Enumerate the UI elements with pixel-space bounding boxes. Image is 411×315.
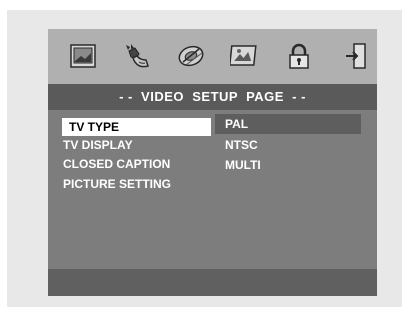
audio-setup-icon[interactable] xyxy=(123,41,151,71)
option-ntsc[interactable]: NTSC xyxy=(215,135,258,155)
page-title: - - VIDEO SETUP PAGE - - xyxy=(48,84,377,110)
option-multi[interactable]: MULTI xyxy=(215,155,261,175)
menu-item-tv-type[interactable]: TV TYPE xyxy=(62,118,211,136)
setup-icon-bar xyxy=(48,29,377,84)
status-bar xyxy=(48,269,377,296)
menu-item-tv-display[interactable]: TV DISPLAY xyxy=(63,136,133,154)
menu-item-closed-caption[interactable]: CLOSED CAPTION xyxy=(63,155,170,173)
menu-item-picture-setting[interactable]: PICTURE SETTING xyxy=(63,175,171,193)
exit-icon[interactable] xyxy=(342,41,370,71)
option-pal[interactable]: PAL xyxy=(215,114,361,134)
general-setup-icon[interactable] xyxy=(69,41,97,71)
dolby-digital-setup-icon[interactable] xyxy=(177,41,205,71)
video-setup-icon[interactable] xyxy=(230,41,258,71)
preference-lock-icon[interactable] xyxy=(285,41,313,71)
osd-setup-menu: - - VIDEO SETUP PAGE - - TV TYPE TV DISP… xyxy=(48,29,377,296)
